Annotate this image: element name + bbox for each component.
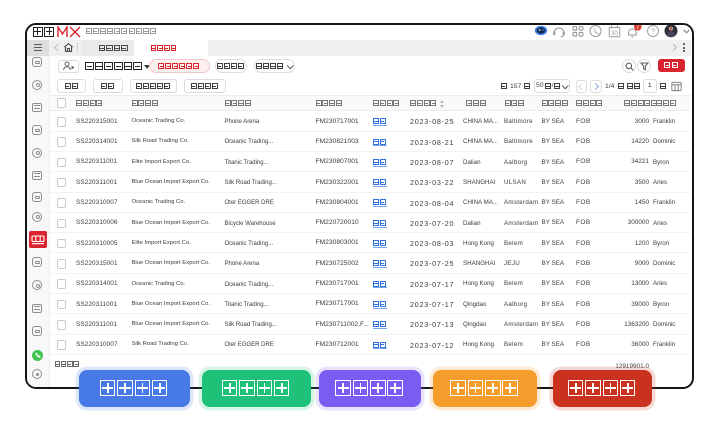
svg-text:?: ? — [650, 26, 654, 35]
svg-text:30: 30 — [611, 30, 618, 36]
